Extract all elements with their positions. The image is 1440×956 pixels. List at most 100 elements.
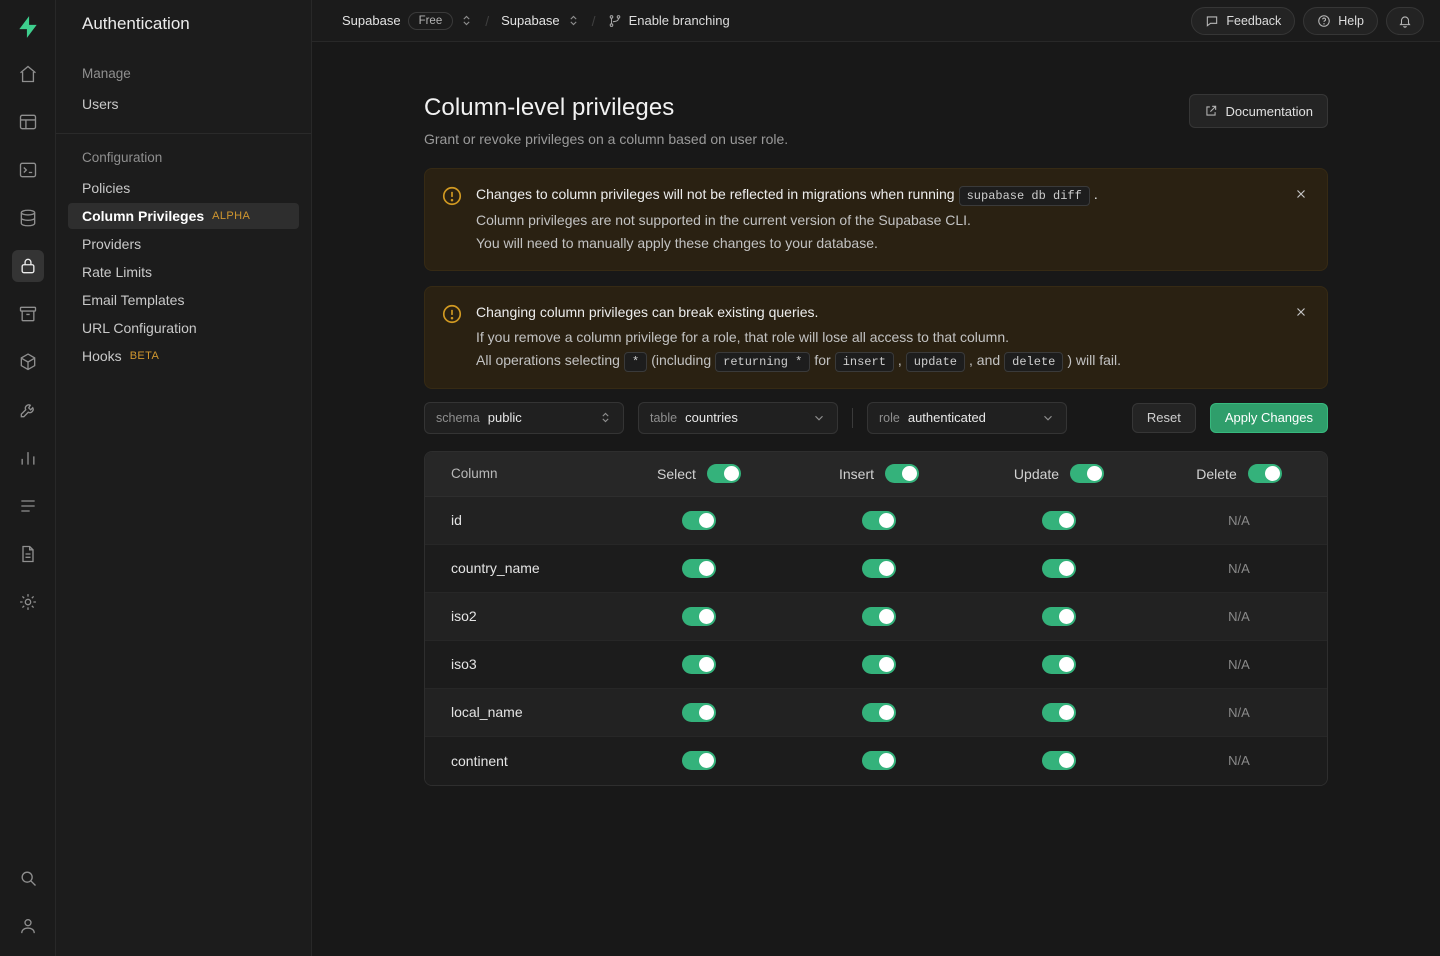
update-toggle[interactable]	[1042, 655, 1076, 674]
select-toggle[interactable]	[682, 511, 716, 530]
banner-body: Changes to column privileges will not be…	[476, 184, 1098, 253]
chevron-up-down-icon	[599, 411, 612, 424]
toggle-knob	[1059, 561, 1074, 576]
insert-toggle[interactable]	[862, 751, 896, 770]
select-all-toggle[interactable]	[707, 464, 741, 483]
sidebar-item-providers[interactable]: Providers	[68, 231, 299, 257]
insert-all-toggle[interactable]	[885, 464, 919, 483]
select-toggle[interactable]	[682, 655, 716, 674]
filter-row: schema public table countries role authe…	[424, 402, 1328, 434]
insert-toggle[interactable]	[862, 655, 896, 674]
documentation-button[interactable]: Documentation	[1189, 94, 1328, 128]
sidebar-item-rate-limits[interactable]: Rate Limits	[68, 259, 299, 285]
feedback-button[interactable]: Feedback	[1191, 7, 1295, 35]
help-circle-icon	[1317, 14, 1331, 28]
enable-branching-button[interactable]: Enable branching	[608, 13, 730, 28]
column-name: id	[425, 512, 609, 528]
toggle-knob	[699, 705, 714, 720]
insert-toggle[interactable]	[862, 607, 896, 626]
reset-button[interactable]: Reset	[1132, 403, 1196, 433]
insert-toggle[interactable]	[862, 559, 896, 578]
authentication-icon[interactable]	[12, 250, 44, 282]
user-profile-icon[interactable]	[12, 910, 44, 942]
storage-icon[interactable]	[12, 298, 44, 330]
sidebar-item-policies[interactable]: Policies	[68, 175, 299, 201]
select-toggle[interactable]	[682, 703, 716, 722]
sidebar-item-label: Policies	[82, 180, 130, 196]
sidebar-item-email-templates[interactable]: Email Templates	[68, 287, 299, 313]
realtime-icon[interactable]	[12, 394, 44, 426]
notifications-button[interactable]	[1386, 7, 1424, 35]
toggle-knob	[1059, 609, 1074, 624]
insert-toggle[interactable]	[862, 703, 896, 722]
delete-na: N/A	[1149, 609, 1328, 624]
filter-divider	[852, 408, 853, 428]
settings-icon[interactable]	[12, 586, 44, 618]
sidebar-item-column-privileges[interactable]: Column Privileges ALPHA	[68, 203, 299, 229]
select-toggle[interactable]	[682, 751, 716, 770]
schema-value: public	[488, 410, 522, 425]
insert-toggle[interactable]	[862, 511, 896, 530]
table-row: id N/A	[425, 497, 1327, 545]
edge-functions-icon[interactable]	[12, 346, 44, 378]
search-icon[interactable]	[12, 862, 44, 894]
sidebar-item-hooks[interactable]: Hooks BETA	[68, 343, 299, 369]
database-icon[interactable]	[12, 202, 44, 234]
apply-changes-button[interactable]: Apply Changes	[1210, 403, 1328, 433]
toggle-knob	[879, 609, 894, 624]
toggle-knob	[1059, 705, 1074, 720]
table-select[interactable]: table countries	[638, 402, 838, 434]
column-name: continent	[425, 753, 609, 769]
update-cell	[969, 559, 1149, 578]
delete-all-toggle[interactable]	[1248, 464, 1282, 483]
update-toggle[interactable]	[1042, 559, 1076, 578]
update-toggle[interactable]	[1042, 511, 1076, 530]
role-value: authenticated	[908, 410, 986, 425]
banner-title: Changing column privileges can break exi…	[476, 302, 1121, 322]
sidebar-item-users[interactable]: Users	[68, 91, 299, 117]
page-header: Column-level privileges Grant or revoke …	[424, 94, 1328, 147]
toggle-knob	[879, 513, 894, 528]
update-toggle[interactable]	[1042, 607, 1076, 626]
feedback-bubble-icon	[1205, 14, 1219, 28]
banner-dismiss-button[interactable]	[1288, 181, 1314, 207]
logs-icon[interactable]	[12, 490, 44, 522]
delete-header-label: Delete	[1196, 466, 1236, 482]
home-icon[interactable]	[12, 58, 44, 90]
sql-editor-icon[interactable]	[12, 154, 44, 186]
org-selector[interactable]: Supabase Free	[342, 12, 473, 30]
sidebar-item-label: Providers	[82, 236, 141, 252]
feedback-label: Feedback	[1226, 14, 1281, 28]
banner-line: You will need to manually apply these ch…	[476, 233, 1098, 253]
banner-text: ) will fail.	[1067, 352, 1121, 368]
project-selector[interactable]: Supabase	[501, 13, 580, 28]
supabase-logo[interactable]	[11, 10, 45, 44]
toggle-knob	[699, 753, 714, 768]
select-header: Select	[609, 464, 789, 483]
help-label: Help	[1338, 14, 1364, 28]
banner-dismiss-button[interactable]	[1288, 299, 1314, 325]
toggle-knob	[879, 753, 894, 768]
reports-icon[interactable]	[12, 442, 44, 474]
help-button[interactable]: Help	[1303, 7, 1378, 35]
delete-na: N/A	[1149, 657, 1328, 672]
cli-warning-banner: Changes to column privileges will not be…	[424, 168, 1328, 271]
select-toggle[interactable]	[682, 607, 716, 626]
update-toggle[interactable]	[1042, 703, 1076, 722]
toggle-knob	[699, 657, 714, 672]
update-toggle[interactable]	[1042, 751, 1076, 770]
api-docs-icon[interactable]	[12, 538, 44, 570]
break-queries-warning-banner: Changing column privileges can break exi…	[424, 286, 1328, 389]
schema-select[interactable]: schema public	[424, 402, 624, 434]
sidebar-item-url-configuration[interactable]: URL Configuration	[68, 315, 299, 341]
select-cell	[609, 655, 789, 674]
section-heading-manage: Manage	[56, 66, 311, 81]
update-all-toggle[interactable]	[1070, 464, 1104, 483]
table-editor-icon[interactable]	[12, 106, 44, 138]
banner-text: All operations selecting	[476, 352, 620, 368]
sidebar-item-label: Email Templates	[82, 292, 184, 308]
select-cell	[609, 511, 789, 530]
select-toggle[interactable]	[682, 559, 716, 578]
table-row: iso2 N/A	[425, 593, 1327, 641]
role-select[interactable]: role authenticated	[867, 402, 1067, 434]
